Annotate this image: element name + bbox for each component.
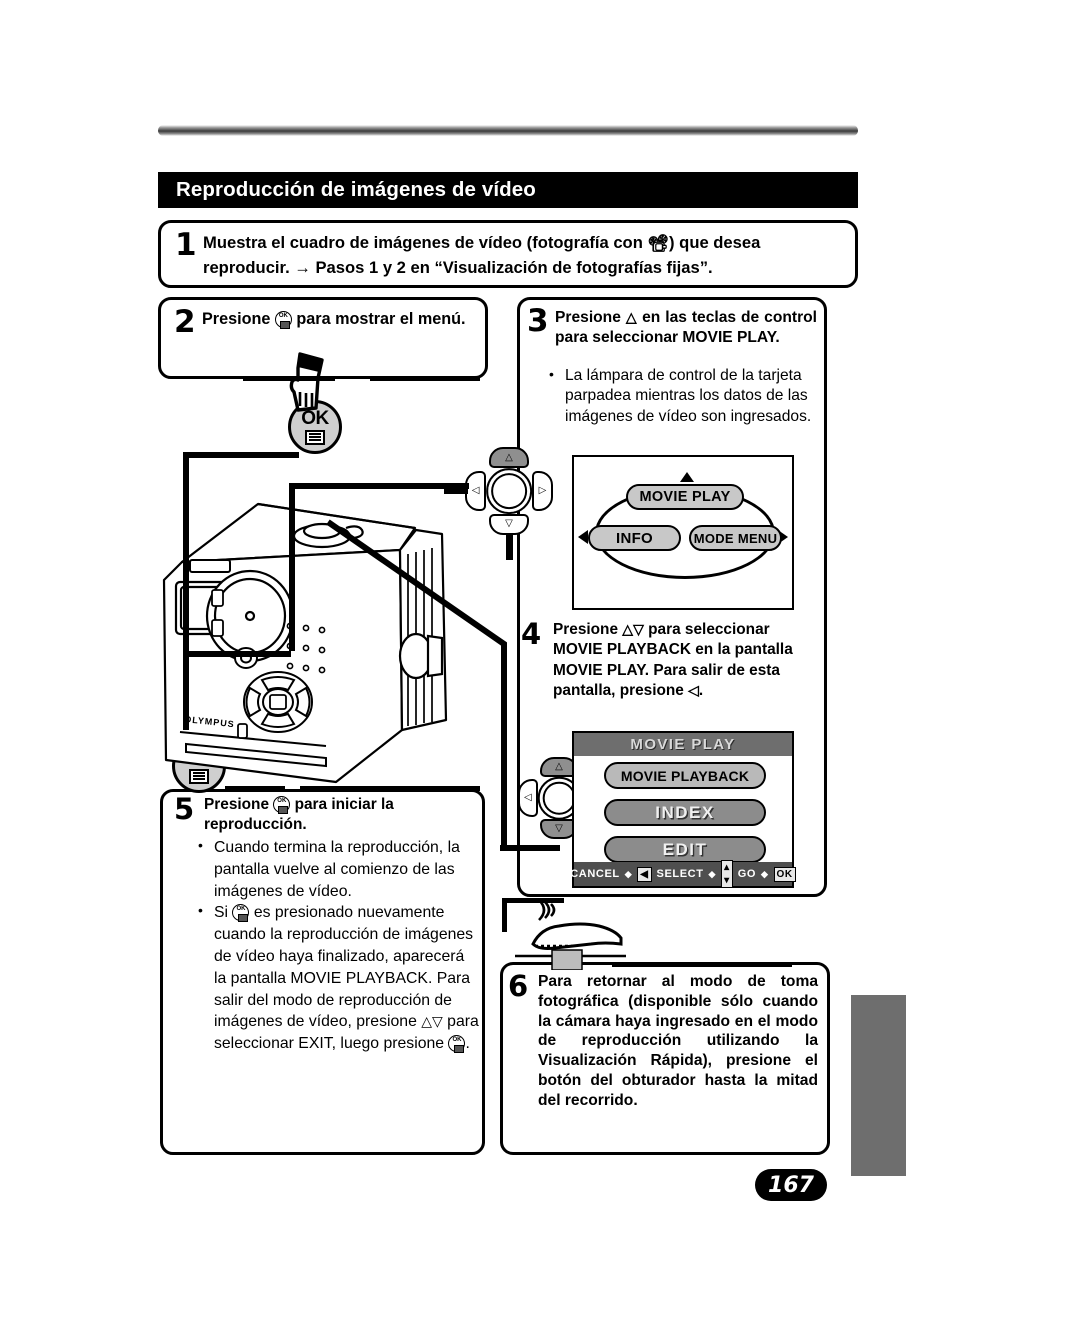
triangle-down-icon: ▽ [633, 621, 644, 637]
step-2-text-b: para mostrar el menú. [291, 310, 466, 328]
diamond-icon: ◆ [708, 868, 717, 879]
step-6-number: 6 [508, 969, 529, 1003]
movie-play-menu-screen: MOVIE PLAY MOVIE PLAYBACK INDEX EDIT CAN… [570, 731, 796, 888]
section-heading-bar: Reproducción de imágenes de vídeo [158, 172, 858, 208]
step-1-text-before: Muestra el cuadro de imágenes de vídeo (… [203, 233, 648, 252]
top-divider-rule [158, 125, 858, 136]
ok-button-icon [448, 1035, 466, 1053]
movie-camera-icon: 📽 [647, 234, 670, 253]
leader-step5-stub-right [300, 786, 480, 791]
step-2-number: 2 [174, 304, 196, 340]
step-3-text-a: Presione [555, 309, 626, 326]
step-1-text: Muestra el cuadro de imágenes de vídeo (… [203, 231, 843, 280]
step-3-text: Presione △ en las teclas de control para… [555, 308, 817, 349]
step-6-text: Para retornar al modo de toma fotográfic… [538, 973, 818, 1109]
info-pill[interactable]: INFO [588, 525, 681, 551]
step-4-text: Presione △▽ para seleccionar MOVIE PLAYB… [553, 620, 821, 702]
leader-diagonal [326, 519, 507, 850]
step-4-text-c: . [698, 682, 704, 700]
triangle-up-icon: △ [622, 621, 634, 637]
pointing-hand-icon-top [278, 352, 338, 414]
side-index-tab [851, 995, 906, 1176]
manual-page: Reproducción de imágenes de vídeo 1 Mues… [0, 0, 1080, 1317]
ok-key-icon: OK [773, 866, 796, 882]
leader-step2-stub-left [243, 376, 335, 381]
step-5-bullet-2-d: . [465, 1035, 470, 1053]
movie-play-selection-screen: MOVIE PLAY INFO MODE MENU [572, 455, 794, 610]
triangle-up-icon: △ [625, 309, 638, 325]
triangle-left-icon: ◁ [688, 682, 699, 699]
left-key-icon: ◀ [637, 866, 652, 882]
footer-select-label: SELECT [656, 868, 704, 880]
ok-button-icon [274, 311, 292, 329]
leader-step6-stub-corner [502, 898, 507, 932]
leader-step5-stub-left [225, 786, 285, 791]
step-2-text-a: Presione [202, 310, 275, 328]
step-3-bullet-text: La lámpara de control de la tarjeta parp… [565, 367, 812, 425]
movie-play-pill[interactable]: MOVIE PLAY [626, 484, 744, 510]
menu-item-index[interactable]: INDEX [604, 799, 766, 826]
mode-menu-pill[interactable]: MODE MENU [689, 525, 782, 551]
menu-screen-title: MOVIE PLAY [574, 733, 792, 756]
page-number-badge: 167 [755, 1169, 827, 1201]
footer-cancel-label: CANCEL [570, 868, 620, 880]
up-down-key-icon: ▴ ▾ [721, 860, 733, 888]
footer-go-label: GO [737, 868, 756, 880]
triangle-up-down-icons: △▽ [421, 1013, 443, 1030]
step-3-number: 3 [527, 303, 549, 339]
leader-step6-stub-top [502, 898, 564, 903]
diamond-icon: ◆ [624, 868, 633, 879]
menu-item-edit[interactable]: EDIT [604, 836, 766, 863]
triangle-up-icon [680, 472, 694, 482]
step-3-bullet: La lámpara de control de la tarjeta parp… [549, 365, 819, 427]
menu-item-movie-playback[interactable]: MOVIE PLAYBACK [604, 762, 766, 789]
menu-screen-footer: CANCEL ◆ ◀ SELECT ◆ ▴ ▾ GO ◆ OK [570, 860, 796, 888]
leader-diagonal-end [500, 845, 560, 851]
leader-step6-stub-right [612, 962, 792, 967]
leader-step2-stub-right [370, 376, 480, 381]
step-2-text: Presione para mostrar el menú. [202, 309, 480, 330]
diamond-icon: ◆ [761, 868, 769, 879]
page-title: Reproducción de imágenes de vídeo [176, 177, 536, 201]
triangle-left-icon [578, 530, 588, 544]
step-1-number: 1 [175, 227, 197, 263]
